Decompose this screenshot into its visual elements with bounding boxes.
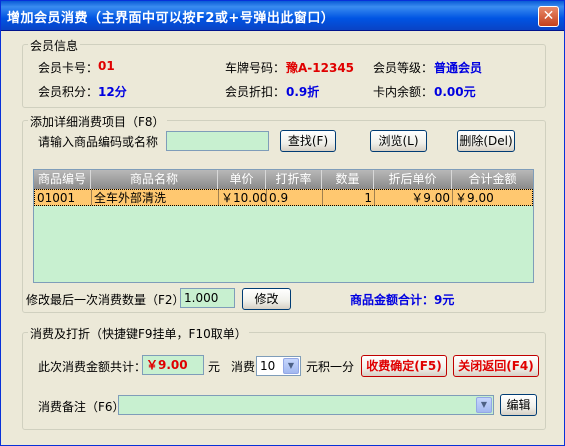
cell-item-code: 01001 <box>35 190 92 205</box>
table-row[interactable]: 01001 全车外部清洗 ￥10.00 0.9 1 ￥9.00 ￥9.00 <box>34 189 533 206</box>
find-button[interactable]: 查找(F) <box>280 130 336 152</box>
modify-quantity-label: 修改最后一次消费数量（F2）: <box>26 293 189 307</box>
amount-field[interactable]: ￥9.00 <box>142 355 204 375</box>
cell-unit-price: ￥10.00 <box>221 190 267 205</box>
close-return-button[interactable]: 关闭返回(F4) <box>453 355 539 377</box>
column-header[interactable]: 数量 <box>322 170 374 189</box>
close-icon[interactable]: ✕ <box>538 6 559 27</box>
delete-button[interactable]: 删除(Del) <box>457 130 515 152</box>
spend-select-value: 10 <box>260 359 276 373</box>
goods-total-text: 商品金额合计：9元 <box>350 293 455 307</box>
spend-select[interactable]: 10 ▼ <box>256 356 301 376</box>
remark-select[interactable]: ▼ <box>118 395 494 415</box>
title-bar[interactable]: 增加会员消费（主界面中可以按F2或+号弹出此窗口） ✕ <box>1 1 564 31</box>
remark-label: 消费备注（F6）: <box>38 400 129 414</box>
card-no-value: 01 <box>98 59 115 73</box>
amount-label: 此次消费金额共计： <box>38 360 147 374</box>
window-title: 增加会员消费（主界面中可以按F2或+号弹出此窗口） <box>7 11 335 26</box>
spend-label: 消费 <box>231 360 256 374</box>
points-value: 12分 <box>98 85 127 99</box>
cell-item-name: 全车外部清洗 <box>92 190 219 205</box>
modify-quantity-input[interactable]: 1.000 <box>180 288 235 308</box>
level-label: 会员等级： <box>373 61 434 75</box>
search-label: 请输入商品编码或名称 <box>38 135 159 149</box>
yuan-label: 元 <box>208 360 221 374</box>
column-header[interactable]: 商品编号 <box>34 170 91 189</box>
dialog-window: 增加会员消费（主界面中可以按F2或+号弹出此窗口） ✕ 会员信息 会员卡号： 0… <box>0 0 565 446</box>
column-header[interactable]: 商品名称 <box>91 170 218 189</box>
modify-button[interactable]: 修改 <box>242 288 291 310</box>
cell-total-amount: ￥9.00 <box>455 191 494 205</box>
chevron-down-icon[interactable]: ▼ <box>283 358 299 374</box>
browse-button[interactable]: 浏览(L) <box>370 130 427 152</box>
balance-value: 0.00元 <box>434 85 476 99</box>
items-table[interactable]: 商品编号 商品名称 单价 打折率 数量 折后单价 合计金额 01001 全车外部… <box>33 169 534 283</box>
edit-button[interactable]: 编辑 <box>500 394 537 416</box>
plate-label: 车牌号码： <box>225 61 286 75</box>
card-no-label: 会员卡号： <box>38 61 99 75</box>
cell-discounted-price: ￥9.00 <box>375 190 453 205</box>
add-items-legend: 添加详细消费项目（F8） <box>28 113 167 130</box>
confirm-charge-button[interactable]: 收费确定(F5) <box>361 355 447 377</box>
column-header[interactable]: 打折率 <box>266 170 322 189</box>
points-rule-label: 元积一分 <box>306 360 355 374</box>
search-input[interactable] <box>166 131 269 151</box>
column-header[interactable]: 单价 <box>218 170 266 189</box>
member-info-legend: 会员信息 <box>28 37 81 54</box>
checkout-group <box>22 332 546 430</box>
balance-label: 卡内余额： <box>373 85 434 99</box>
points-label: 会员积分： <box>38 85 99 99</box>
checkout-legend: 消费及打折（快捷键F9挂单，F10取单） <box>28 325 249 342</box>
discount-label: 会员折扣： <box>225 85 286 99</box>
plate-value: 豫A-12345 <box>286 61 355 75</box>
cell-quantity: 1 <box>323 190 375 205</box>
level-value: 普通会员 <box>434 61 483 75</box>
table-header: 商品编号 商品名称 单价 打折率 数量 折后单价 合计金额 <box>34 170 533 189</box>
cell-discount-rate: 0.9 <box>267 190 323 205</box>
discount-value: 0.9折 <box>286 85 320 99</box>
column-header[interactable]: 合计金额 <box>452 170 533 189</box>
chevron-down-icon[interactable]: ▼ <box>476 397 492 413</box>
column-header[interactable]: 折后单价 <box>374 170 452 189</box>
